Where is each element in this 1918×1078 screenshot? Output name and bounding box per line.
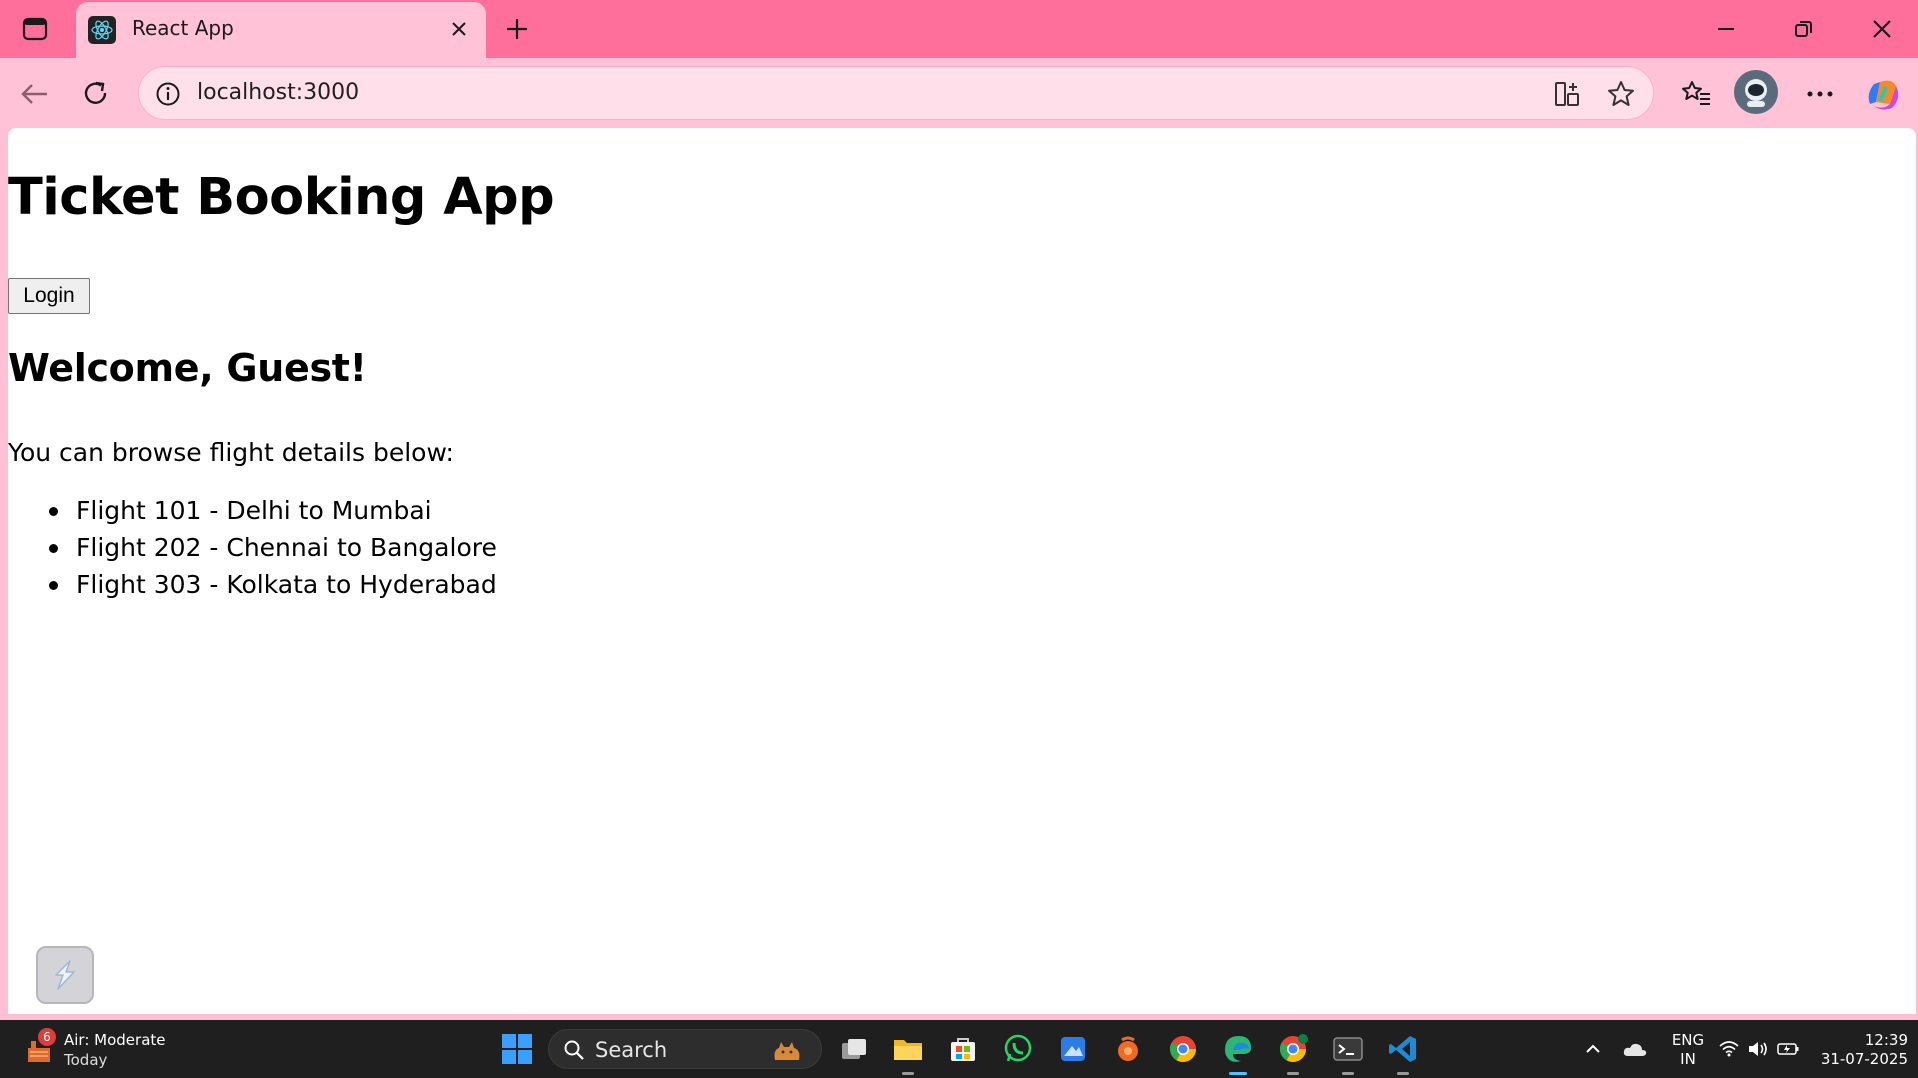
intro-text: You can browse flight details below: xyxy=(8,438,454,467)
chevron-up-icon[interactable] xyxy=(1578,1020,1608,1078)
weather-widget[interactable]: 6 Air: Moderate Today xyxy=(22,1028,222,1070)
split-screen-icon[interactable] xyxy=(1549,76,1585,112)
copilot-icon[interactable] xyxy=(1860,72,1904,116)
language-indicator[interactable]: ENG IN xyxy=(1664,1031,1712,1069)
clock-date: 31-07-2025 xyxy=(1820,1050,1908,1068)
weather-subtitle: Today xyxy=(64,1051,108,1069)
edge-icon[interactable] xyxy=(1218,1029,1258,1075)
battery-icon[interactable] xyxy=(1774,1020,1802,1078)
new-tab-icon[interactable] xyxy=(498,10,536,48)
page-title: Ticket Booking App xyxy=(8,168,555,227)
taskbar: 6 Air: Moderate Today Search ENG IN 12:3… xyxy=(0,1020,1918,1078)
chrome-icon[interactable] xyxy=(1163,1029,1203,1069)
login-button[interactable]: Login xyxy=(8,278,90,314)
taskbar-search[interactable]: Search xyxy=(548,1029,822,1069)
react-icon xyxy=(88,16,116,44)
language-code: ENG xyxy=(1671,1031,1705,1049)
weather-badge: 6 xyxy=(38,1028,56,1046)
search-icon xyxy=(564,1040,584,1060)
file-explorer-icon[interactable] xyxy=(888,1029,928,1075)
welcome-heading: Welcome, Guest! xyxy=(8,346,367,390)
browser-toolbar: localhost:3000 xyxy=(0,58,1918,128)
clock-time: 12:39 xyxy=(1864,1031,1908,1049)
weather-title: Air: Moderate xyxy=(64,1031,166,1049)
favorite-star-icon[interactable] xyxy=(1603,76,1639,112)
page-viewport: Ticket Booking App Login Welcome, Guest!… xyxy=(8,128,1916,1014)
terminal-icon[interactable] xyxy=(1328,1029,1368,1075)
microsoft-store-icon[interactable] xyxy=(943,1029,983,1069)
region-code: IN xyxy=(1680,1050,1696,1068)
volume-icon[interactable] xyxy=(1744,1020,1772,1078)
extension-floating-button[interactable] xyxy=(36,946,94,1004)
windows-start-icon[interactable] xyxy=(502,1034,532,1064)
profile-avatar[interactable] xyxy=(1734,70,1778,114)
flight-list-item: Flight 202 - Chennai to Bangalore xyxy=(8,529,497,566)
address-url[interactable]: localhost:3000 xyxy=(197,80,359,105)
back-arrow-icon[interactable] xyxy=(12,72,56,116)
onedrive-icon[interactable] xyxy=(1618,1020,1652,1078)
address-bar[interactable]: localhost:3000 xyxy=(138,66,1654,120)
site-info-icon[interactable] xyxy=(153,79,183,109)
whatsapp-icon[interactable] xyxy=(998,1029,1038,1069)
photos-app-icon[interactable] xyxy=(1053,1029,1093,1069)
reload-icon[interactable] xyxy=(74,72,118,116)
flight-list: Flight 101 - Delhi to Mumbai Flight 202 … xyxy=(8,492,497,603)
browser-titlebar: React App xyxy=(0,0,1918,58)
favorites-list-icon[interactable] xyxy=(1674,72,1718,116)
chrome-profile-icon[interactable] xyxy=(1273,1029,1313,1075)
restore-icon[interactable] xyxy=(1782,10,1826,48)
flight-list-item: Flight 303 - Kolkata to Hyderabad xyxy=(8,566,497,603)
lightning-icon xyxy=(55,960,75,990)
tab-close-icon[interactable] xyxy=(444,14,474,44)
flight-list-item: Flight 101 - Delhi to Mumbai xyxy=(8,492,497,529)
sidebar-toggle-icon[interactable] xyxy=(18,14,52,44)
close-window-icon[interactable] xyxy=(1860,10,1904,48)
vscode-icon[interactable] xyxy=(1383,1029,1423,1075)
search-label: Search xyxy=(595,1038,668,1062)
task-view-icon[interactable] xyxy=(834,1029,874,1069)
minimize-icon[interactable] xyxy=(1704,10,1748,48)
more-options-icon[interactable] xyxy=(1798,72,1842,116)
system-clock[interactable]: 12:39 31-07-2025 xyxy=(1808,1031,1908,1069)
wifi-icon[interactable] xyxy=(1716,1020,1742,1078)
cat-icon xyxy=(774,1042,800,1060)
browser-tab[interactable]: React App xyxy=(76,2,486,58)
tab-title: React App xyxy=(132,16,234,40)
orange-app-icon[interactable] xyxy=(1108,1029,1148,1069)
